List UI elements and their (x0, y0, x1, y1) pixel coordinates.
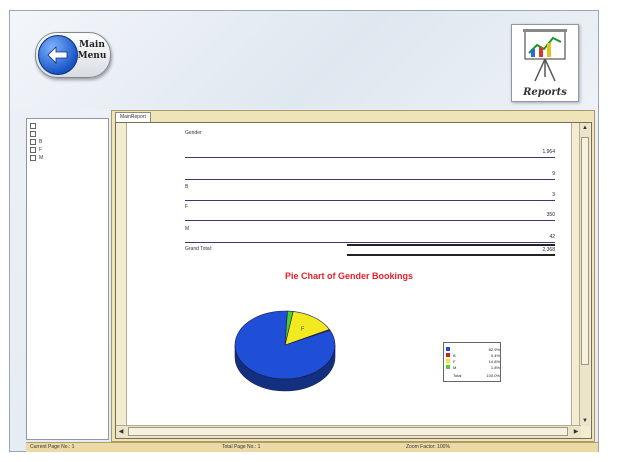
group-header: Gender (185, 130, 202, 136)
row-divider (185, 200, 555, 201)
tree-item[interactable]: M (30, 154, 108, 162)
main-menu-button[interactable]: Main Menu (35, 32, 111, 78)
status-bar: Current Page No.: 1 Total Page No.: 1 Zo… (26, 442, 598, 452)
legend-item: M 1.8% (446, 364, 500, 370)
legend-total: Total 100.0% (446, 372, 500, 378)
horizontal-scrollbar[interactable]: ◀ ▶ (116, 425, 581, 438)
scroll-right-icon[interactable]: ▶ (571, 426, 581, 438)
legend-swatch (446, 365, 450, 369)
row-divider (185, 242, 555, 243)
tree-item[interactable]: F (30, 146, 108, 154)
report-viewer: MainReport Gender 1,964 9 B 3 F 350 M 42… (111, 110, 595, 442)
legend-label: M (453, 364, 457, 370)
vertical-scrollbar[interactable]: ▲ ▼ (579, 123, 590, 426)
tab-main-report[interactable]: MainReport (115, 112, 151, 122)
row-value: 9 (552, 171, 555, 177)
tree-item-label: F (39, 147, 43, 153)
back-arrow-icon (38, 35, 78, 75)
total-divider (347, 254, 555, 256)
tree-node-icon (30, 147, 36, 153)
legend-total-value: 100.0% (486, 372, 500, 378)
main-menu-label-line2: Menu (77, 51, 107, 61)
scroll-left-icon[interactable]: ◀ (116, 426, 126, 438)
row-value: 3 (552, 192, 555, 198)
tree-item-label: M (39, 155, 44, 161)
header-bar: Main Menu Reports (10, 11, 598, 109)
main-menu-label: Main Menu (77, 40, 107, 62)
report-frame: Gender 1,964 9 B 3 F 350 M 42 Grand Tota… (115, 122, 592, 439)
row-label: F (185, 204, 189, 210)
reports-button[interactable]: Reports (511, 24, 579, 102)
row-divider (185, 220, 555, 221)
legend-value: 0.4% (490, 352, 500, 358)
legend-swatch (446, 347, 450, 351)
tree-node-icon (30, 123, 36, 129)
pie-chart: F (234, 310, 336, 392)
row-label: M (185, 226, 190, 232)
grand-total-value: 2,368 (542, 247, 555, 253)
row-value: 1,964 (542, 149, 555, 155)
legend-total-label: Total (453, 372, 462, 378)
status-current-page: Current Page No.: 1 (30, 444, 75, 450)
total-divider (347, 244, 555, 246)
row-divider (185, 179, 555, 180)
row-divider (185, 157, 555, 158)
vertical-scroll-thumb[interactable] (581, 137, 589, 365)
presentation-chart-icon (523, 29, 567, 82)
report-page: Gender 1,964 9 B 3 F 350 M 42 Grand Tota… (126, 123, 572, 425)
tree-item-label: B (39, 139, 43, 145)
reports-label: Reports (523, 87, 567, 98)
report-tree-panel[interactable]: B F M (26, 118, 109, 440)
tree-node-icon (30, 139, 36, 145)
tree-item[interactable] (30, 122, 108, 130)
status-total-page: Total Page No.: 1 (222, 444, 261, 450)
tree-item[interactable] (30, 130, 108, 138)
row-value: 350 (546, 212, 555, 218)
legend-value: 14.8% (488, 358, 500, 364)
chart-title: Pie Chart of Gender Bookings (284, 271, 414, 281)
app-window: Main Menu Reports B F M MainReport Gende… (9, 10, 599, 452)
row-value: 42 (549, 234, 555, 240)
pie-slice-label: F (301, 326, 304, 332)
legend-swatch (446, 353, 450, 357)
tree-item[interactable]: B (30, 138, 108, 146)
legend-value: 1.8% (490, 364, 500, 370)
scroll-down-icon[interactable]: ▼ (580, 416, 590, 426)
chart-legend: 82.9% B 0.4% F 14.8% M 1.8% Total 100.0% (443, 342, 501, 382)
status-zoom: Zoom Factor: 100% (406, 444, 450, 450)
tree-node-icon (30, 155, 36, 161)
legend-swatch (446, 359, 450, 363)
main-menu-label-line1: Main (79, 40, 105, 50)
legend-label: F (453, 358, 456, 364)
row-label: B (185, 184, 189, 190)
scroll-up-icon[interactable]: ▲ (580, 123, 590, 133)
legend-label: B (453, 352, 456, 358)
horizontal-scroll-thumb[interactable] (128, 427, 568, 436)
tree-node-icon (30, 131, 36, 137)
legend-value: 82.9% (488, 346, 500, 352)
grand-total-label: Grand Total: (185, 246, 213, 252)
